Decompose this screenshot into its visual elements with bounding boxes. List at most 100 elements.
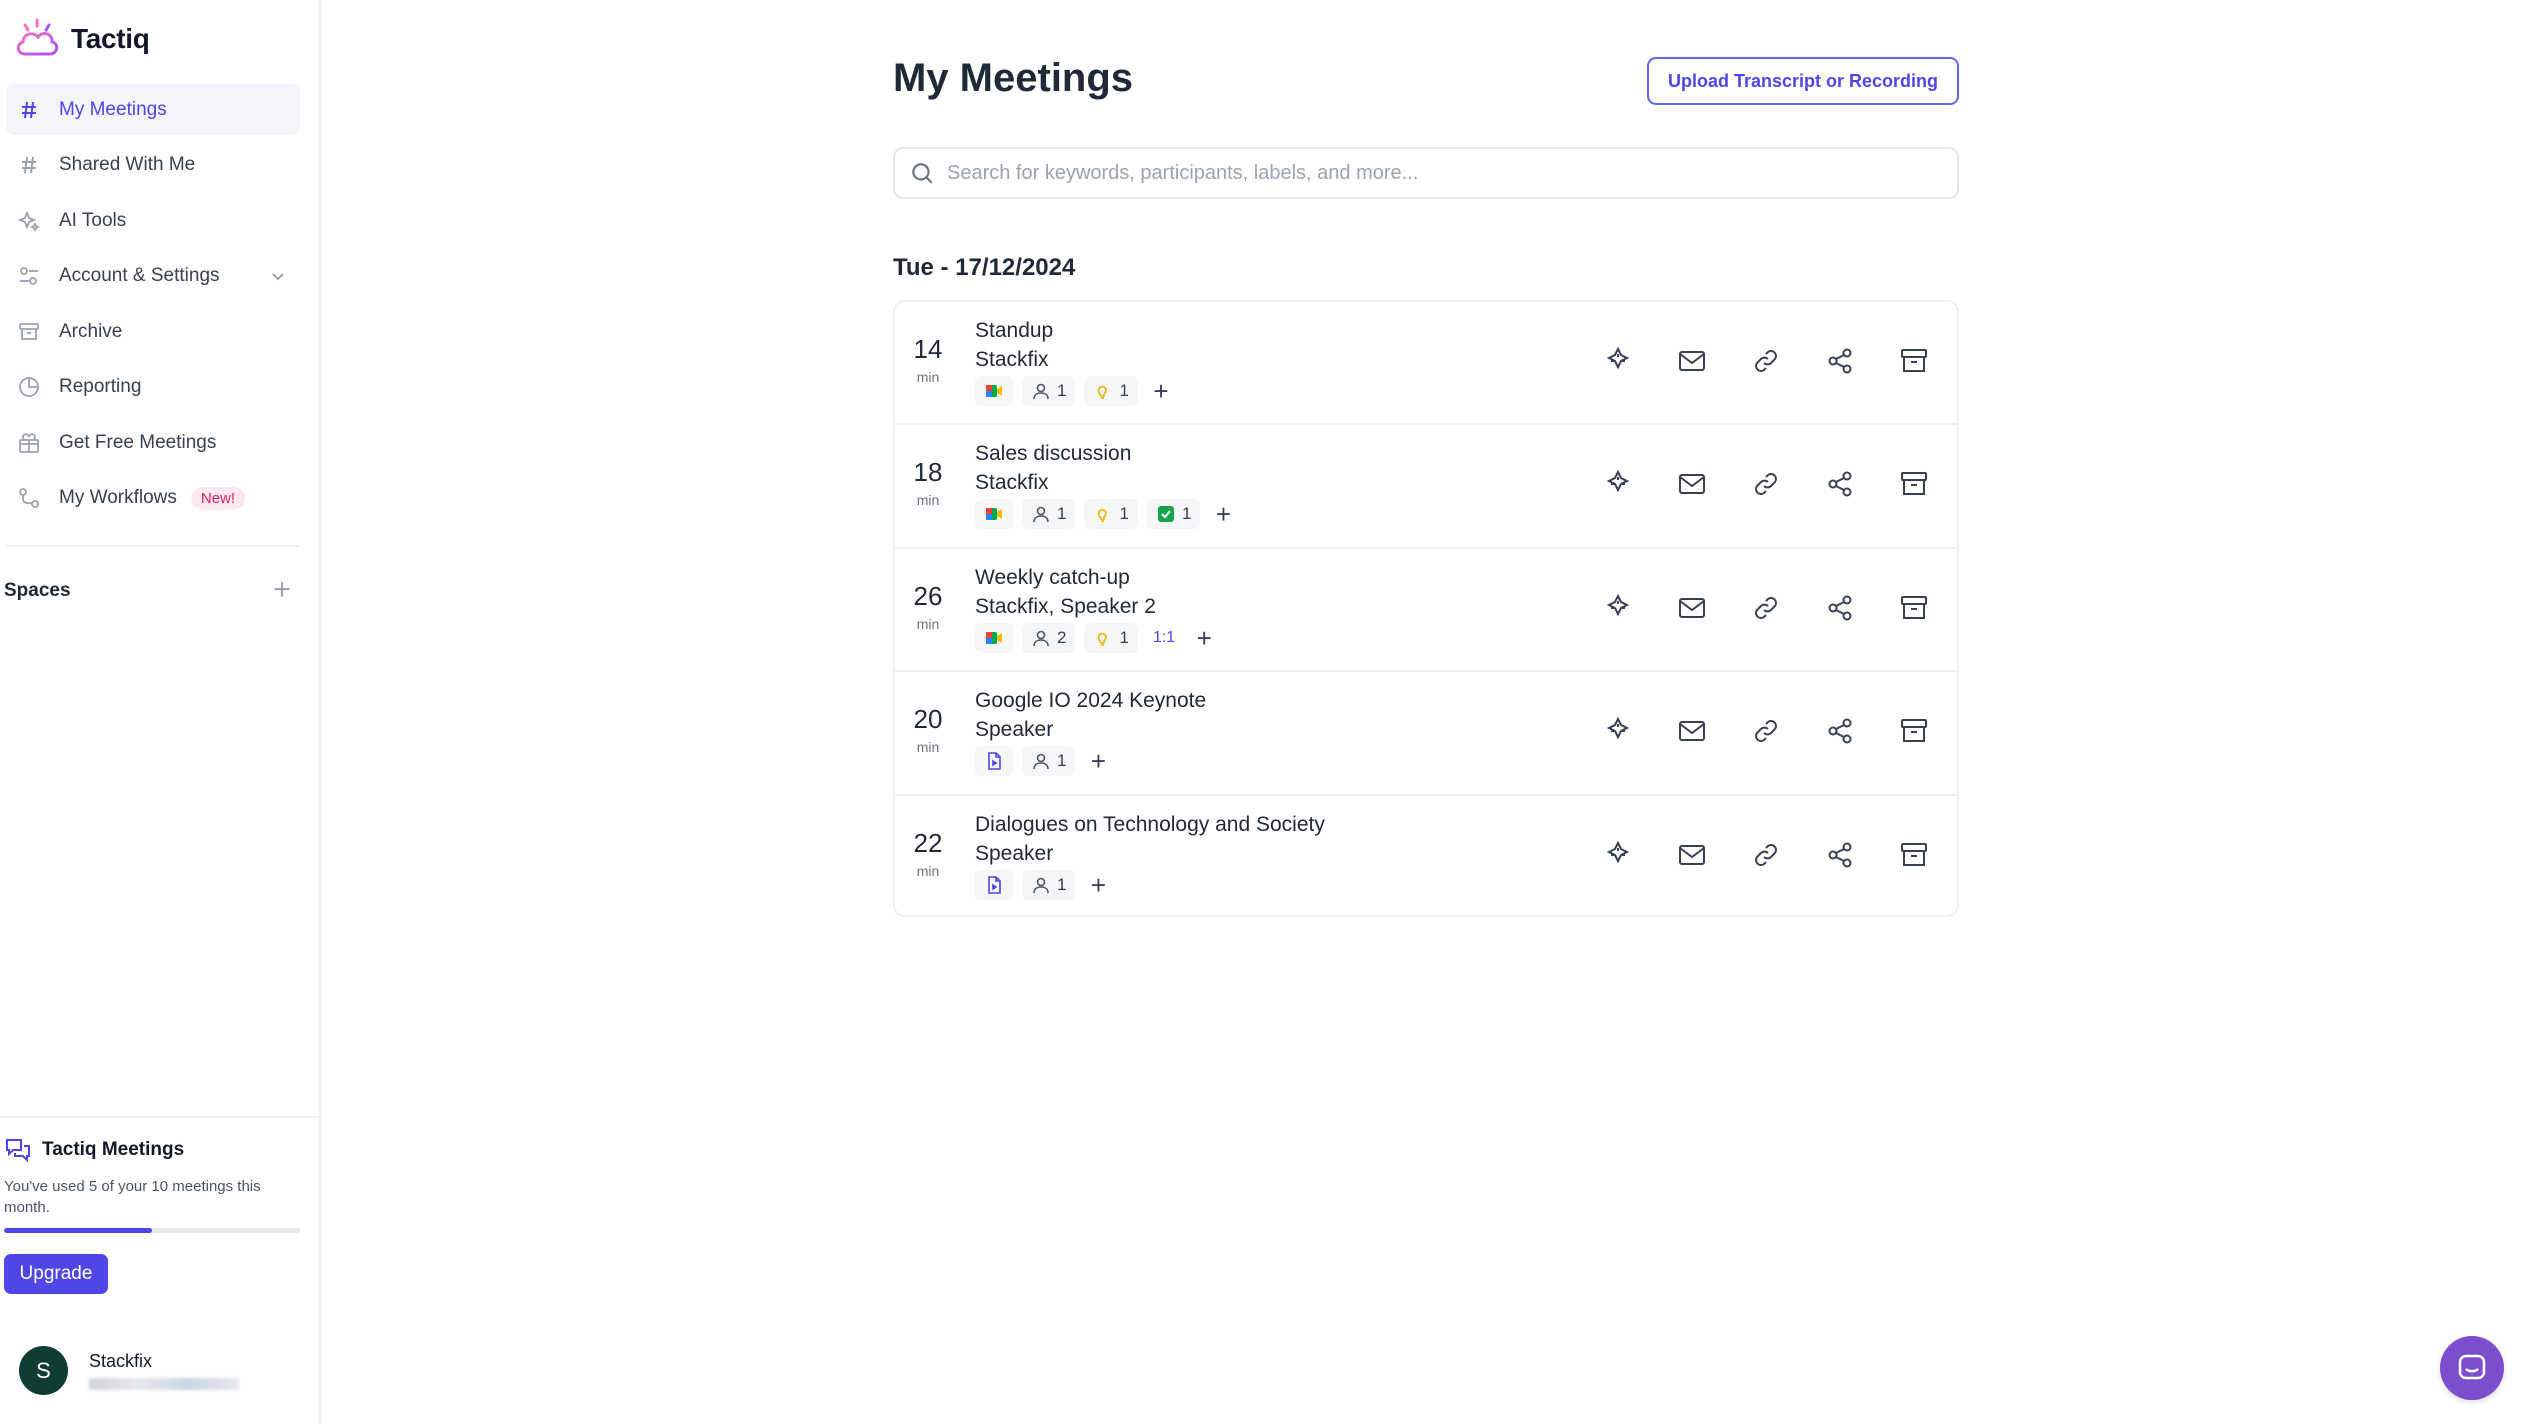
participants-tag[interactable]: 1 (1022, 376, 1076, 406)
sidebar-item-label: AI Tools (59, 209, 127, 231)
upgrade-button[interactable]: Upgrade (4, 1254, 108, 1294)
sidebar-item-account-settings[interactable]: Account & Settings (6, 251, 300, 302)
sidebar-item-archive[interactable]: Archive (6, 306, 300, 357)
sidebar-item-shared-with-me[interactable]: Shared With Me (6, 140, 300, 191)
meeting-title[interactable]: Standup (975, 316, 1053, 345)
share-icon (1824, 468, 1856, 500)
lightbulb-icon (1093, 504, 1113, 524)
source-tag[interactable] (975, 376, 1013, 406)
source-tag[interactable] (975, 622, 1013, 653)
meeting-title[interactable]: Weekly catch-up (975, 563, 1156, 592)
duration-value: 14 (913, 334, 943, 364)
sidebar-nav: My Meetings Shared With Me AI Tools Acco… (6, 84, 300, 528)
highlights-count: 1 (1119, 504, 1129, 524)
ai-tools-button[interactable] (1601, 714, 1635, 748)
user-profile[interactable]: S Stackfix (19, 1346, 239, 1395)
meeting-title[interactable]: Sales discussion (975, 439, 1131, 468)
sidebar-item-ai-tools[interactable]: AI Tools (6, 195, 300, 246)
meeting-row[interactable]: 26 min Weekly catch-up Stackfix, Speaker 22… (895, 549, 1957, 673)
chat-support-button[interactable] (2440, 1336, 2504, 1400)
meeting-actions (1601, 838, 1931, 872)
email-button[interactable] (1675, 344, 1709, 378)
highlights-tag[interactable]: 1 (1084, 499, 1138, 530)
duration-unit: min (916, 862, 940, 879)
sidebar-item-label: My Meetings (59, 98, 167, 120)
copy-link-button[interactable] (1749, 838, 1783, 872)
email-button[interactable] (1675, 591, 1709, 625)
meeting-duration: 22 min (903, 828, 953, 879)
participants-tag[interactable]: 1 (1022, 746, 1076, 777)
lightbulb-icon (1093, 381, 1113, 401)
archive-button[interactable] (1897, 714, 1931, 748)
search-input[interactable] (947, 161, 1927, 185)
meeting-title[interactable]: Google IO 2024 Keynote (975, 686, 1206, 715)
new-badge: New! (190, 486, 246, 510)
add-tag-plus-icon[interactable]: + (1209, 500, 1237, 528)
archive-button[interactable] (1897, 467, 1931, 501)
uploaded-file-icon (984, 751, 1004, 771)
meeting-row[interactable]: 14 min Standup Stackfix 1 1 + (895, 302, 1957, 426)
add-tag-plus-icon[interactable]: + (1084, 747, 1112, 775)
meeting-row[interactable]: 22 min Dialogues on Technology and Society… (895, 796, 1957, 915)
share-button[interactable] (1823, 714, 1857, 748)
sidebar-item-label: Account & Settings (59, 265, 220, 286)
add-space-plus-icon[interactable]: + (270, 575, 294, 605)
brand-name: Tactiq (71, 23, 150, 54)
sidebar-item-my-workflows[interactable]: My Workflows New! (6, 473, 300, 524)
hash-icon (16, 97, 42, 123)
ai-tools-button[interactable] (1601, 344, 1635, 378)
add-tag-plus-icon[interactable]: + (1190, 624, 1218, 652)
email-button[interactable] (1675, 467, 1709, 501)
share-button[interactable] (1823, 467, 1857, 501)
highlights-count: 1 (1119, 381, 1129, 400)
person-icon (1031, 504, 1051, 524)
share-button[interactable] (1823, 344, 1857, 378)
upload-transcript-button[interactable]: Upload Transcript or Recording (1647, 57, 1959, 105)
highlights-tag[interactable]: 1 (1084, 622, 1138, 653)
ai-sparkle-icon (1602, 345, 1634, 377)
meeting-row[interactable]: 20 min Google IO 2024 Keynote Speaker 1 + (895, 672, 1957, 796)
label-tag[interactable]: 1:1 (1147, 623, 1181, 653)
participants-tag[interactable]: 1 (1022, 869, 1076, 900)
archive-button[interactable] (1897, 344, 1931, 378)
sparkles-icon (16, 208, 42, 234)
copy-link-button[interactable] (1749, 344, 1783, 378)
chevron-down-icon[interactable] (268, 266, 288, 286)
duration-unit: min (916, 615, 940, 632)
copy-link-button[interactable] (1749, 591, 1783, 625)
sidebar-item-get-free-meetings[interactable]: Get Free Meetings (6, 417, 300, 468)
brand[interactable]: Tactiq (13, 16, 150, 62)
source-tag[interactable] (975, 499, 1013, 530)
duration-value: 18 (913, 457, 943, 488)
meeting-title[interactable]: Dialogues on Technology and Society (975, 810, 1325, 839)
search-bar[interactable] (893, 147, 1959, 199)
source-tag[interactable] (975, 869, 1013, 900)
action-items-tag[interactable]: 1 (1146, 499, 1201, 530)
ai-tools-button[interactable] (1601, 591, 1635, 625)
checkbox-icon (1156, 504, 1176, 524)
email-button[interactable] (1675, 838, 1709, 872)
copy-link-button[interactable] (1749, 467, 1783, 501)
meeting-actions (1601, 591, 1931, 625)
usage-title: Tactiq Meetings (42, 1139, 185, 1160)
participants-count: 1 (1057, 874, 1067, 894)
sidebar-item-my-meetings[interactable]: My Meetings (6, 84, 300, 135)
share-button[interactable] (1823, 591, 1857, 625)
participants-tag[interactable]: 1 (1022, 499, 1076, 530)
ai-tools-button[interactable] (1601, 467, 1635, 501)
source-tag[interactable] (975, 746, 1013, 777)
sidebar-item-reporting[interactable]: Reporting (6, 362, 300, 413)
archive-icon (1898, 345, 1930, 377)
sidebar-item-label: My Workflows (59, 487, 177, 508)
ai-tools-button[interactable] (1601, 838, 1635, 872)
archive-button[interactable] (1897, 838, 1931, 872)
add-tag-plus-icon[interactable]: + (1147, 377, 1175, 405)
participants-tag[interactable]: 2 (1022, 622, 1076, 653)
share-button[interactable] (1823, 838, 1857, 872)
email-button[interactable] (1675, 714, 1709, 748)
meeting-row[interactable]: 18 min Sales discussion Stackfix 1 1 1 + (895, 425, 1957, 549)
archive-button[interactable] (1897, 591, 1931, 625)
highlights-tag[interactable]: 1 (1084, 376, 1138, 406)
add-tag-plus-icon[interactable]: + (1084, 871, 1112, 899)
copy-link-button[interactable] (1749, 714, 1783, 748)
